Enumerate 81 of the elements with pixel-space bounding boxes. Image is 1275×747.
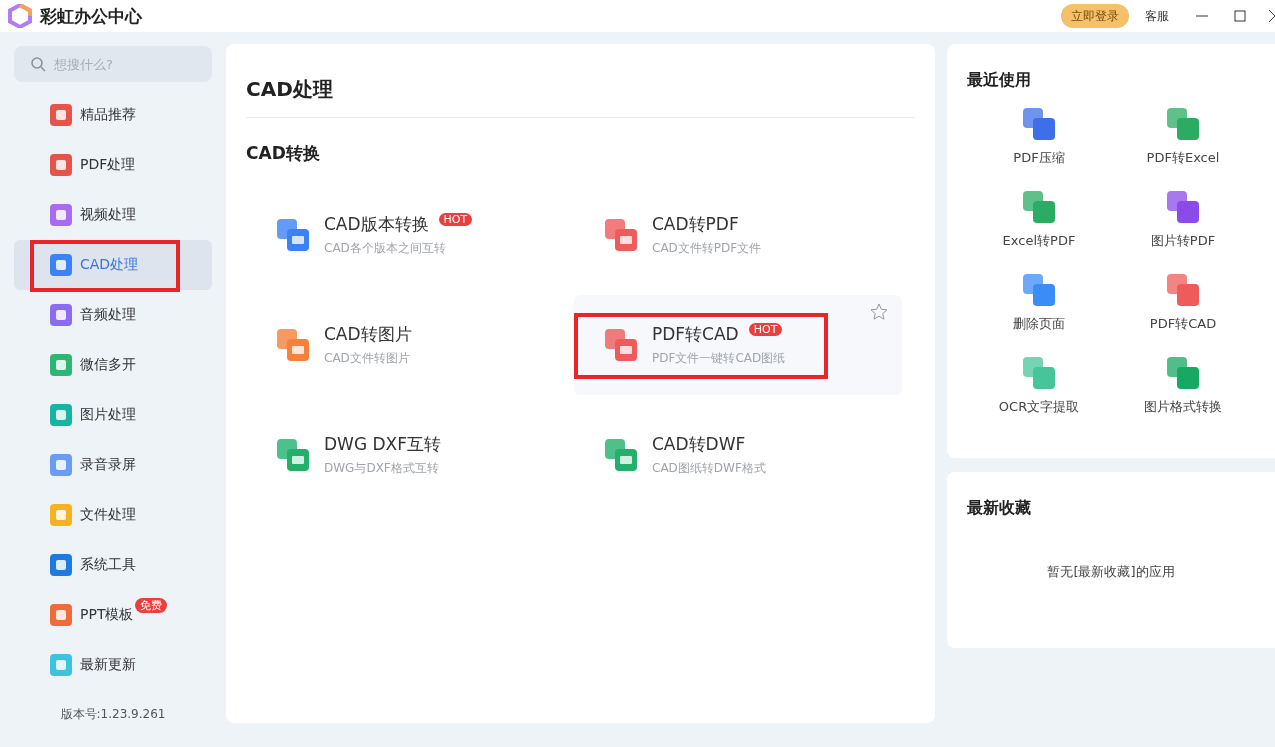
tool-description: CAD文件转PDF文件 <box>652 240 762 257</box>
tool-description: CAD图纸转DWF格式 <box>652 460 766 477</box>
file-conversion-icon <box>276 438 310 472</box>
category-icon <box>50 554 72 576</box>
tool-description: PDF文件一键转CAD图纸 <box>652 350 786 367</box>
recent-tool-label[interactable]: PDF压缩 <box>1013 149 1065 167</box>
tool-card[interactable]: CAD转PDF CAD文件转PDF文件 <box>574 185 902 285</box>
tool-card[interactable]: CAD版本转换 HOT CAD各个版本之间互转 <box>246 185 574 285</box>
sidebar-item[interactable]: 系统工具 <box>14 540 212 590</box>
hot-badge: HOT <box>438 213 473 226</box>
tool-name: CAD版本转换 <box>324 213 429 236</box>
tool-card[interactable]: CAD转DWF CAD图纸转DWF格式 <box>574 405 902 505</box>
search-field[interactable]: 想搜什么? <box>14 46 212 82</box>
recent-tool-label[interactable]: 图片格式转换 <box>1144 398 1222 416</box>
app-title: 彩虹办公中心 <box>40 4 143 28</box>
free-badge: 免费 <box>135 598 168 613</box>
tool-icon <box>1166 107 1200 141</box>
sidebar-item[interactable]: CAD处理 <box>14 240 212 290</box>
file-conversion-icon <box>604 328 638 362</box>
tool-name: CAD转DWF <box>652 433 746 456</box>
sidebar-item[interactable]: PPT模板 免费 <box>14 590 212 640</box>
tool-name: PDF转CAD <box>652 323 739 346</box>
file-conversion-icon <box>604 218 638 252</box>
tool-card[interactable]: PDF转CAD HOT PDF文件一键转CAD图纸 <box>574 295 902 395</box>
category-icon <box>50 104 72 126</box>
tool-icon <box>1022 107 1056 141</box>
sidebar-item[interactable]: 文件处理 <box>14 490 212 540</box>
sidebar-item[interactable]: 音频处理 <box>14 290 212 340</box>
customer-service-link[interactable]: 客服 <box>1145 7 1169 25</box>
search-icon <box>30 56 46 72</box>
category-icon <box>50 454 72 476</box>
category-icon <box>50 304 72 326</box>
version-label: 版本号:1.23.9.261 <box>59 706 167 723</box>
tool-icon <box>1166 190 1200 224</box>
file-conversion-icon <box>276 328 310 362</box>
recent-tool-label[interactable]: OCR文字提取 <box>998 398 1080 416</box>
recent-title: 最近使用 <box>967 70 1032 91</box>
file-conversion-icon <box>604 438 638 472</box>
tool-icon <box>1022 190 1056 224</box>
sidebar-item[interactable]: 录音录屏 <box>14 440 212 490</box>
file-conversion-icon <box>276 218 310 252</box>
page-title: CAD处理 <box>246 76 915 118</box>
sidebar-item[interactable]: 最新更新 <box>14 640 212 690</box>
maximize-icon[interactable] <box>1233 9 1247 23</box>
tool-card[interactable]: DWG DXF互转 DWG与DXF格式互转 <box>246 405 574 505</box>
category-icon <box>50 154 72 176</box>
section-title: CAD转换 <box>246 142 321 165</box>
tool-icon <box>1022 273 1056 307</box>
category-icon <box>50 204 72 226</box>
tool-icon <box>1166 356 1200 390</box>
category-icon <box>50 404 72 426</box>
login-button[interactable]: 立即登录 <box>1061 4 1129 28</box>
sidebar-item[interactable]: 图片处理 <box>14 390 212 440</box>
hot-badge: HOT <box>748 323 783 336</box>
category-icon <box>50 604 72 626</box>
category-icon <box>50 254 72 276</box>
recent-tool-label[interactable]: 图片转PDF <box>1150 232 1216 250</box>
tool-name: CAD转PDF <box>652 213 739 236</box>
tool-icon <box>1166 273 1200 307</box>
sidebar-item[interactable]: 精品推荐 <box>14 90 212 140</box>
category-icon <box>50 354 72 376</box>
recent-tool-label[interactable]: PDF转Excel <box>1146 149 1220 167</box>
tool-name: DWG DXF互转 <box>324 433 441 456</box>
tool-description: CAD文件转图片 <box>324 350 411 367</box>
tool-name: CAD转图片 <box>324 323 412 346</box>
favorites-title: 最新收藏 <box>967 498 1032 519</box>
rainbow-logo-icon <box>8 4 32 28</box>
sidebar-item[interactable]: 视频处理 <box>14 190 212 240</box>
tool-description: CAD各个版本之间互转 <box>324 240 447 257</box>
recent-tool-label[interactable]: Excel转PDF <box>1002 232 1076 250</box>
empty-message: 暂无[最新收藏]的应用 <box>1046 563 1176 581</box>
tool-card[interactable]: CAD转图片 CAD文件转图片 <box>246 295 574 395</box>
category-icon <box>50 654 72 676</box>
sidebar-item[interactable]: 微信多开 <box>14 340 212 390</box>
tool-icon <box>1022 356 1056 390</box>
star-icon[interactable] <box>870 303 888 321</box>
category-icon <box>50 504 72 526</box>
recent-tool-label[interactable]: 删除页面 <box>1013 315 1065 333</box>
sidebar-item[interactable]: PDF处理 <box>14 140 212 190</box>
tool-description: DWG与DXF格式互转 <box>324 460 440 477</box>
recent-tool-label[interactable]: PDF转CAD <box>1149 315 1217 333</box>
